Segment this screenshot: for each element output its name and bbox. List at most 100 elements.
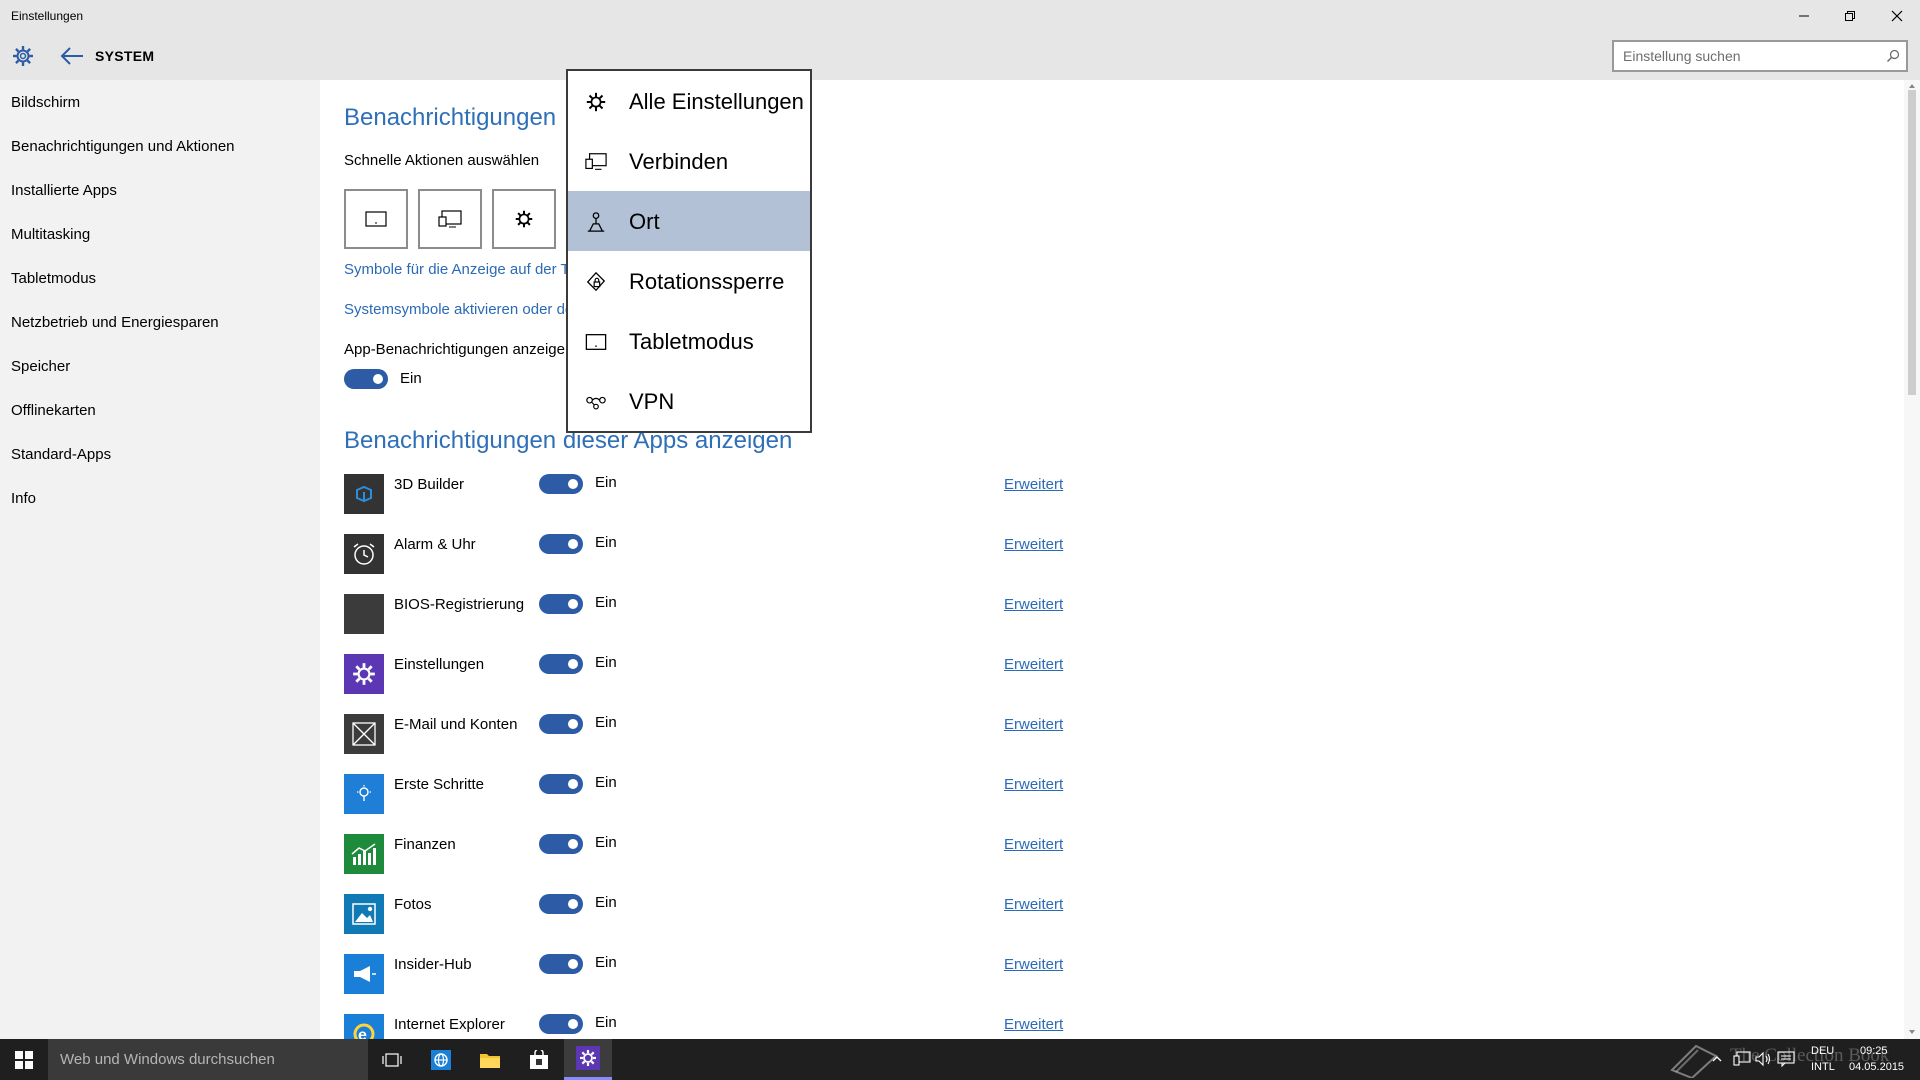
- taskbar-browser-button[interactable]: [417, 1039, 465, 1080]
- scroll-thumb[interactable]: [1908, 90, 1916, 395]
- quick-action-connect[interactable]: [418, 189, 482, 249]
- input-language-bottom[interactable]: INTL: [1811, 1061, 1835, 1073]
- close-button[interactable]: [1874, 0, 1920, 31]
- app-name: Finanzen: [394, 836, 456, 853]
- app-name: Erste Schritte: [394, 776, 485, 793]
- clock-date[interactable]: 04.05.2015: [1849, 1061, 1904, 1073]
- taskbar-settings-button[interactable]: [564, 1039, 612, 1080]
- app-row-fotos: Fotos Ein: [344, 894, 764, 936]
- sidebar-item-multitasking[interactable]: Multitasking: [11, 226, 90, 243]
- scroll-up-icon[interactable]: [1908, 82, 1916, 90]
- sidebar-item-netzbetrieb[interactable]: Netzbetrieb und Energiesparen: [11, 314, 219, 331]
- browser-icon: [431, 1049, 451, 1070]
- app-row-email: E-Mail und Konten Ein: [344, 714, 764, 756]
- app-toggle-state: Ein: [595, 594, 617, 611]
- app-toggle[interactable]: [539, 954, 583, 974]
- start-button[interactable]: [0, 1039, 48, 1080]
- erweitert-link[interactable]: Erweitert: [1004, 776, 1063, 793]
- taskbar-store-button[interactable]: [515, 1039, 563, 1080]
- popup-item-vpn[interactable]: VPN: [568, 371, 810, 431]
- app-toggle[interactable]: [539, 594, 583, 614]
- erweitert-link[interactable]: Erweitert: [1004, 656, 1063, 673]
- popup-item-ort[interactable]: Ort: [568, 191, 810, 251]
- volume-icon[interactable]: [1755, 1051, 1773, 1067]
- minimize-button[interactable]: [1781, 0, 1827, 31]
- sidebar: Bildschirm Benachrichtigungen und Aktion…: [0, 80, 320, 1039]
- taskbar-explorer-button[interactable]: [466, 1039, 514, 1080]
- app-toggle[interactable]: [539, 1014, 583, 1034]
- sidebar-item-benachrichtigungen[interactable]: Benachrichtigungen und Aktionen: [11, 138, 235, 155]
- quick-action-tablet-mode[interactable]: [344, 189, 408, 249]
- action-center-icon[interactable]: [1777, 1051, 1795, 1067]
- taskbar-search-placeholder: Web und Windows durchsuchen: [60, 1051, 275, 1068]
- sidebar-item-bildschirm[interactable]: Bildschirm: [11, 94, 80, 111]
- sidebar-item-speicher[interactable]: Speicher: [11, 358, 70, 375]
- settings-gear-icon: [576, 1046, 600, 1070]
- sidebar-item-offlinekarten[interactable]: Offlinekarten: [11, 402, 96, 419]
- app-toggle[interactable]: [539, 714, 583, 734]
- erweitert-link[interactable]: Erweitert: [1004, 1016, 1063, 1033]
- close-icon: [1891, 10, 1903, 21]
- network-icon[interactable]: [1733, 1051, 1751, 1067]
- taskbar-search-box[interactable]: Web und Windows durchsuchen: [48, 1039, 368, 1080]
- svg-text:e: e: [358, 1027, 367, 1039]
- restore-button[interactable]: [1827, 0, 1873, 31]
- clock-time[interactable]: 09:25: [1860, 1045, 1888, 1057]
- app-name: 3D Builder: [394, 476, 465, 493]
- app-notifications-toggle[interactable]: [344, 369, 388, 389]
- windows-logo-icon: [15, 1050, 33, 1069]
- quick-action-all-settings[interactable]: [492, 189, 556, 249]
- erweitert-link[interactable]: Erweitert: [1004, 716, 1063, 733]
- popup-item-verbinden[interactable]: Verbinden: [568, 131, 810, 191]
- app-toggle-state: Ein: [595, 894, 617, 911]
- connect-icon: [585, 153, 607, 170]
- input-language-top[interactable]: DEU: [1811, 1045, 1834, 1057]
- task-view-icon: [382, 1052, 402, 1067]
- quick-action-popup-menu: Alle Einstellungen Verbinden Ort Rotatio…: [566, 69, 812, 433]
- show-hidden-icons-icon[interactable]: [1712, 1054, 1722, 1064]
- link-taskbar-icons[interactable]: Symbole für die Anzeige auf der T: [344, 261, 570, 278]
- back-arrow-icon[interactable]: [60, 45, 84, 67]
- section-heading: Benachrichtigungen: [344, 104, 557, 131]
- search-icon[interactable]: [1886, 49, 1900, 63]
- settings-search-box[interactable]: [1612, 40, 1908, 72]
- lightbulb-icon: [344, 774, 384, 814]
- erweitert-link[interactable]: Erweitert: [1004, 896, 1063, 913]
- app-toggle-state: Ein: [595, 774, 617, 791]
- search-input[interactable]: [1614, 42, 1864, 70]
- scroll-down-icon[interactable]: [1908, 1028, 1916, 1036]
- popup-item-rotationssperre[interactable]: Rotationssperre: [568, 251, 810, 311]
- app-toggle[interactable]: [539, 534, 583, 554]
- erweitert-link[interactable]: Erweitert: [1004, 476, 1063, 493]
- popup-item-label: VPN: [629, 389, 675, 414]
- app-toggle[interactable]: [539, 654, 583, 674]
- app-row-insider-hub: Insider-Hub Ein: [344, 954, 764, 996]
- link-system-icons[interactable]: Systemsymbole aktivieren oder de: [344, 301, 573, 318]
- location-icon: [587, 212, 605, 232]
- popup-item-alle-einstellungen[interactable]: Alle Einstellungen: [568, 71, 810, 131]
- popup-item-label: Tabletmodus: [629, 329, 754, 354]
- app-notifications-state: Ein: [400, 370, 422, 387]
- scrollbar[interactable]: [1904, 80, 1920, 1039]
- sidebar-item-standard-apps[interactable]: Standard-Apps: [11, 446, 111, 463]
- app-name: Insider-Hub: [394, 956, 472, 973]
- app-toggle[interactable]: [539, 774, 583, 794]
- app-toggle[interactable]: [539, 894, 583, 914]
- task-view-button[interactable]: [368, 1039, 416, 1080]
- app-toggle-state: Ein: [595, 1014, 617, 1031]
- gear-icon: [586, 92, 606, 112]
- header-bar: SYSTEM: [0, 31, 1920, 80]
- sidebar-item-installierte-apps[interactable]: Installierte Apps: [11, 182, 117, 199]
- app-toggle[interactable]: [539, 474, 583, 494]
- internet-explorer-icon: e: [344, 1014, 384, 1039]
- app-toggle[interactable]: [539, 834, 583, 854]
- sidebar-item-info[interactable]: Info: [11, 490, 36, 507]
- app-row-erste-schritte: Erste Schritte Ein: [344, 774, 764, 816]
- erweitert-link[interactable]: Erweitert: [1004, 536, 1063, 553]
- erweitert-link[interactable]: Erweitert: [1004, 836, 1063, 853]
- popup-item-tabletmodus[interactable]: Tabletmodus: [568, 311, 810, 371]
- sidebar-item-tabletmodus[interactable]: Tabletmodus: [11, 270, 96, 287]
- app-name: Fotos: [394, 896, 432, 913]
- erweitert-link[interactable]: Erweitert: [1004, 956, 1063, 973]
- erweitert-link[interactable]: Erweitert: [1004, 596, 1063, 613]
